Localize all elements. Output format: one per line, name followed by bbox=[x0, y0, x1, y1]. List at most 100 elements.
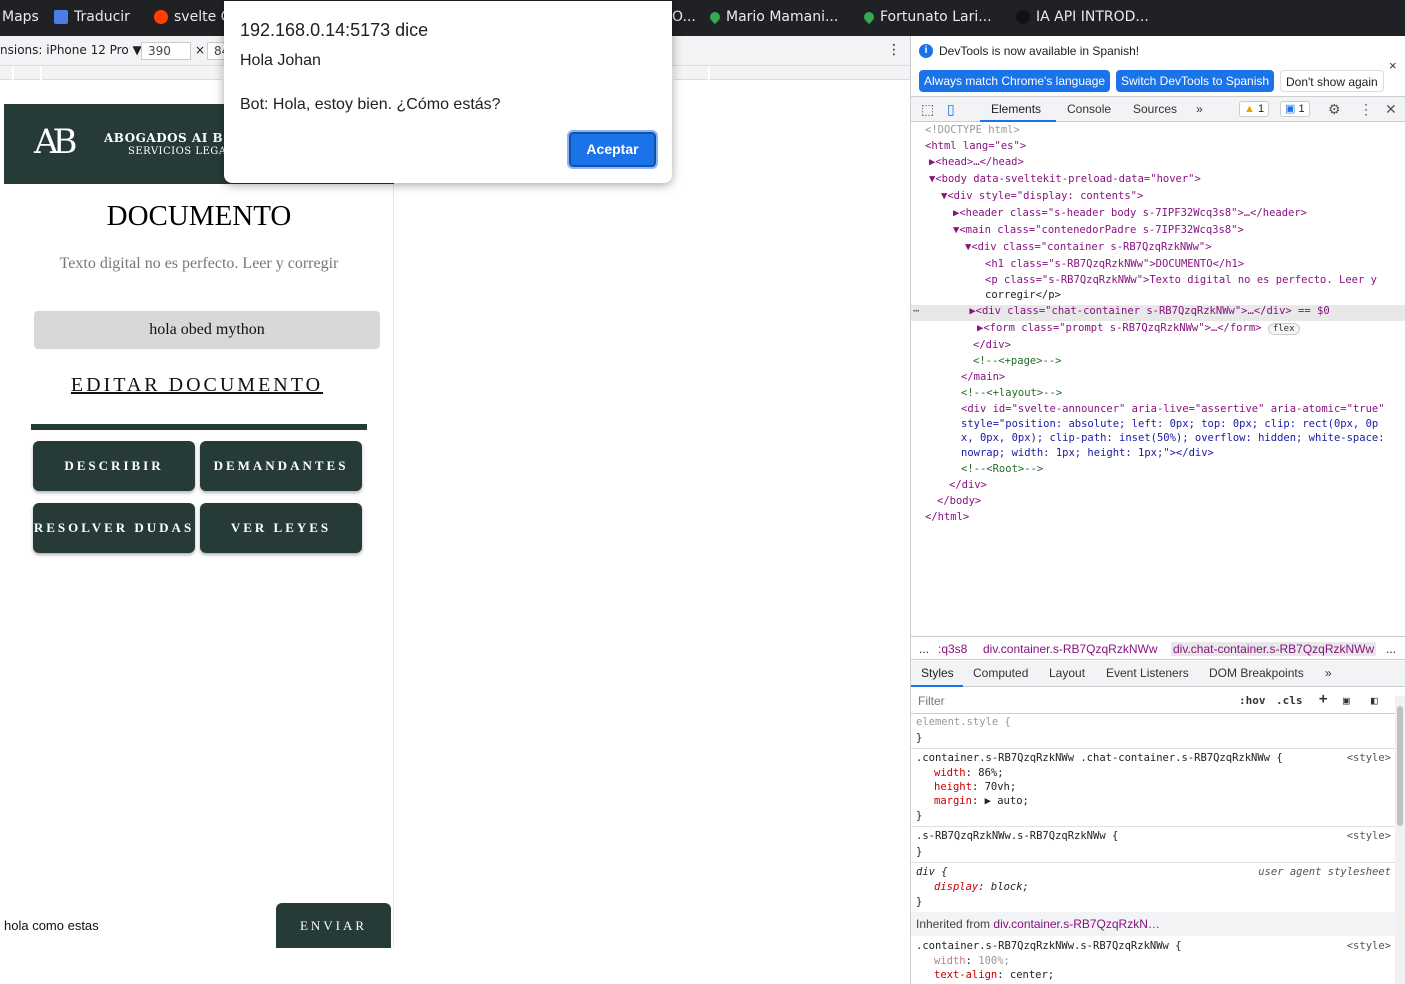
tab-computed[interactable]: Computed bbox=[973, 666, 1028, 680]
resolver-dudas-button[interactable]: RESOLVER DUDAS bbox=[33, 503, 195, 553]
breadcrumb-item[interactable]: :q3s8 bbox=[938, 642, 967, 656]
styles-tabbar: Styles Computed Layout Event Listeners D… bbox=[911, 661, 1405, 687]
edit-document-link[interactable]: EDITAR DOCUMENTO bbox=[4, 374, 390, 397]
css-property[interactable]: height: 70vh; bbox=[934, 781, 1016, 793]
dom-node: x, 0px, 0px); clip-path: inset(50%); ove… bbox=[961, 432, 1385, 448]
messages-badge[interactable]: ▣ 1 bbox=[1280, 101, 1310, 117]
dom-node[interactable]: <!--<+layout>--> bbox=[961, 387, 1062, 403]
css-property[interactable]: width: 100%; bbox=[934, 955, 1010, 967]
dom-node[interactable]: <!DOCTYPE html> bbox=[925, 124, 1020, 140]
cls-toggle[interactable]: .cls bbox=[1276, 694, 1303, 707]
tab-layout[interactable]: Layout bbox=[1049, 666, 1085, 680]
describir-button[interactable]: DESCRIBIR bbox=[33, 441, 195, 491]
rule-selector[interactable]: .container.s-RB7QzqRzkNWw.s-RB7QzqRzkNWw… bbox=[916, 940, 1182, 952]
warnings-badge[interactable]: ▲ 1 bbox=[1239, 101, 1270, 117]
bookmark-traducir[interactable]: Traducir bbox=[54, 9, 130, 25]
dom-node[interactable]: ▶<head>…</head> bbox=[929, 156, 1024, 172]
dom-node-text: <!--<+page>--> bbox=[973, 355, 1062, 367]
dom-node[interactable]: </div> bbox=[949, 479, 987, 495]
dom-node[interactable]: ▼<div class="container s-RB7QzqRzkNWw"> bbox=[965, 241, 1212, 257]
bookmark-svelte[interactable]: svelte C bbox=[154, 9, 230, 25]
match-language-button[interactable]: Always match Chrome's language bbox=[919, 70, 1111, 92]
device-select[interactable]: nsions: iPhone 12 Pro ▼ bbox=[0, 43, 142, 57]
bookmark-o[interactable]: O... bbox=[672, 9, 696, 25]
rule-close: } bbox=[916, 896, 923, 908]
prompt-input[interactable]: hola como estas bbox=[4, 918, 99, 933]
dom-node[interactable]: <!--<+page>--> bbox=[973, 355, 1062, 371]
kebab-menu-icon[interactable]: ⋮ bbox=[1359, 101, 1373, 118]
property-name: width bbox=[934, 955, 966, 967]
close-devtools-icon[interactable]: ✕ bbox=[1385, 101, 1397, 118]
dom-node-selected[interactable]: ⋯ ▶<div class="chat-container s-RB7QzqRzk… bbox=[911, 305, 1405, 321]
dom-node[interactable]: <p class="s-RB7QzqRzkNWw">Texto digital … bbox=[985, 274, 1377, 290]
device-toggle-icon[interactable]: ▯ bbox=[947, 101, 955, 118]
inherited-source-link[interactable]: div.container.s-RB7QzqRzkN… bbox=[993, 917, 1160, 931]
device-menu-icon[interactable]: ⋮ bbox=[887, 42, 901, 58]
tab-sources[interactable]: Sources bbox=[1133, 102, 1177, 116]
bookmark-maps[interactable]: Maps bbox=[2, 9, 39, 25]
bookmark-fortunato[interactable]: Fortunato Lari... bbox=[861, 9, 992, 25]
css-property[interactable]: margin: ▶ auto; bbox=[934, 795, 1029, 807]
flex-badge[interactable]: flex bbox=[1267, 323, 1300, 335]
rule-source-link[interactable]: <style> bbox=[1347, 830, 1391, 842]
breadcrumb-item[interactable]: ... bbox=[919, 642, 929, 656]
map-pin-icon bbox=[861, 9, 877, 25]
dont-show-again-button[interactable]: Don't show again bbox=[1280, 70, 1384, 92]
css-property[interactable]: width: 86%; bbox=[934, 767, 1004, 779]
breadcrumb-item-current[interactable]: div.chat-container.s-RB7QzqRzkNWw bbox=[1171, 642, 1377, 656]
tab-styles[interactable]: Styles bbox=[921, 666, 954, 680]
alert-message-line: Hola Johan bbox=[240, 52, 321, 69]
rule-selector[interactable]: .s-RB7QzqRzkNWw.s-RB7QzqRzkNWw { bbox=[916, 830, 1118, 842]
dom-node-text: ▶<form class="prompt s-RB7QzqRzkNWw">…</… bbox=[977, 322, 1262, 334]
more-tabs-icon[interactable]: » bbox=[1325, 666, 1332, 680]
paint-icon[interactable]: ▣ bbox=[1343, 694, 1350, 707]
dom-node[interactable]: ▶<header class="s-header body s-7IPF32Wc… bbox=[953, 207, 1307, 223]
dom-node[interactable]: ▼<div style="display: contents"> bbox=[941, 190, 1143, 206]
switch-spanish-button[interactable]: Switch DevTools to Spanish bbox=[1116, 70, 1275, 92]
dom-node-text: ▼<main class="contenedorPadre s-7IPF32Wc… bbox=[953, 224, 1244, 236]
rule-selector[interactable]: div { bbox=[916, 866, 948, 878]
bookmark-mario[interactable]: Mario Mamani... bbox=[707, 9, 838, 25]
scrollbar-thumb[interactable] bbox=[1397, 706, 1403, 826]
device-width-input[interactable]: 390 bbox=[141, 42, 191, 60]
css-property[interactable]: text-align: center; bbox=[934, 969, 1054, 981]
element-style-rule[interactable]: element.style { bbox=[916, 716, 1011, 728]
property-value: 70vh; bbox=[984, 781, 1017, 793]
dom-node[interactable]: <!--<Root>--> bbox=[961, 463, 1043, 479]
close-icon[interactable]: × bbox=[1389, 58, 1397, 73]
dom-node[interactable]: </div> bbox=[973, 339, 1011, 355]
tab-elements[interactable]: Elements bbox=[991, 102, 1041, 116]
settings-gear-icon[interactable]: ⚙ bbox=[1328, 101, 1341, 118]
alert-ok-button[interactable]: Aceptar bbox=[567, 130, 658, 169]
bookmark-ia-api[interactable]: IA API INTROD... bbox=[1016, 9, 1149, 25]
more-tabs-icon[interactable]: » bbox=[1196, 102, 1203, 116]
dom-node[interactable]: </main> bbox=[961, 371, 1005, 387]
tab-event-listeners[interactable]: Event Listeners bbox=[1106, 666, 1189, 680]
dom-node-text: ▶<head>…</head> bbox=[929, 156, 1024, 168]
rule-source-link[interactable]: <style> bbox=[1347, 752, 1391, 764]
hov-toggle[interactable]: :hov bbox=[1239, 694, 1266, 707]
dom-node[interactable]: ▶<form class="prompt s-RB7QzqRzkNWw">…</… bbox=[977, 322, 1300, 338]
tab-console[interactable]: Console bbox=[1067, 102, 1111, 116]
demandantes-button[interactable]: DEMANDANTES bbox=[200, 441, 362, 491]
dom-node[interactable]: </html> bbox=[925, 511, 969, 527]
dom-node[interactable]: <html lang="es"> bbox=[925, 140, 1026, 156]
sidebar-toggle-icon[interactable]: ◧ bbox=[1371, 694, 1378, 707]
rule-selector[interactable]: .container.s-RB7QzqRzkNWw .chat-containe… bbox=[916, 752, 1283, 764]
dom-node[interactable]: ▼<body data-sveltekit-preload-data="hove… bbox=[929, 173, 1201, 189]
breadcrumb-item[interactable]: ... bbox=[1386, 642, 1396, 656]
rule-source-link[interactable]: <style> bbox=[1347, 940, 1391, 952]
inspect-icon[interactable]: ⬚ bbox=[921, 101, 934, 118]
new-rule-icon[interactable]: + bbox=[1319, 691, 1327, 707]
map-pin-icon bbox=[707, 9, 723, 25]
dom-node-text: <div id="svelte-announcer" aria-live="as… bbox=[961, 403, 1385, 415]
filter-input[interactable]: Filter bbox=[918, 694, 945, 708]
tab-dom-breakpoints[interactable]: DOM Breakpoints bbox=[1209, 666, 1304, 680]
dom-node[interactable]: <h1 class="s-RB7QzqRzkNWw">DOCUMENTO</h1… bbox=[985, 258, 1244, 274]
ver-leyes-button[interactable]: VER LEYES bbox=[200, 503, 362, 553]
send-button[interactable]: ENVIAR bbox=[276, 903, 391, 948]
dom-node[interactable]: <div id="svelte-announcer" aria-live="as… bbox=[961, 403, 1385, 419]
dom-node[interactable]: </body> bbox=[937, 495, 981, 511]
breadcrumb-item[interactable]: div.container.s-RB7QzqRzkNWw bbox=[983, 642, 1158, 656]
dom-node[interactable]: ▼<main class="contenedorPadre s-7IPF32Wc… bbox=[953, 224, 1244, 240]
